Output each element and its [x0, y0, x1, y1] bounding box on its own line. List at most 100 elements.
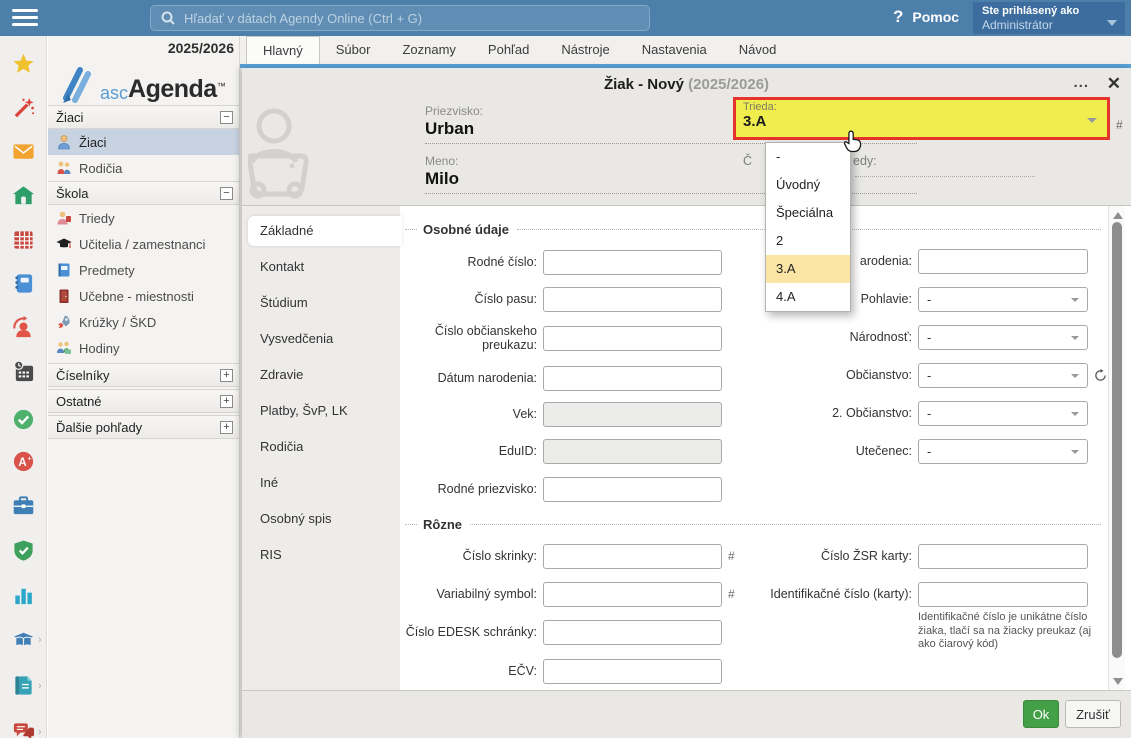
sidebar-item-triedy[interactable]: Triedy	[48, 205, 239, 231]
trieda-combobox[interactable]: Trieda: 3.A	[733, 97, 1110, 140]
classbook-icon[interactable]	[12, 272, 35, 295]
tab-platby[interactable]: Platby, ŠvP, LK	[242, 396, 400, 426]
mail-envelope-icon[interactable]	[12, 140, 35, 163]
close-icon[interactable]: ✕	[1107, 68, 1121, 100]
chevron-down-icon	[1107, 20, 1117, 26]
tab-ris[interactable]: RIS	[242, 540, 400, 570]
nav-group-dalsie-pohlady[interactable]: Ďalšie pohľady+	[48, 415, 239, 439]
calendar-clock-icon[interactable]	[12, 360, 35, 383]
collapse-icon[interactable]: −	[220, 111, 233, 124]
sidebar-item-predmety[interactable]: Predmety	[48, 257, 239, 283]
rodne-cislo-input[interactable]	[543, 250, 722, 275]
dropdown-option-empty[interactable]: -	[766, 143, 850, 171]
hash-icon[interactable]: #	[1116, 118, 1123, 132]
refresh-icon[interactable]	[1094, 369, 1107, 382]
sidebar-item-ziaci[interactable]: Žiaci	[48, 129, 239, 155]
nav-group-ostatne[interactable]: Ostatné+	[48, 389, 239, 413]
chevron-down-icon	[1071, 298, 1079, 302]
menu-tab-subor[interactable]: Súbor	[320, 36, 387, 64]
user-menu[interactable]: Ste prihlásený ako Administrátor	[973, 2, 1125, 34]
sidebar-item-hodiny[interactable]: Hodiny	[48, 335, 239, 361]
substitutions-person-icon[interactable]	[12, 316, 35, 339]
library-book-icon[interactable]	[12, 628, 35, 651]
cislo-skrinky-input[interactable]	[543, 544, 722, 569]
search-icon	[161, 11, 175, 25]
expand-icon[interactable]: +	[220, 369, 233, 382]
more-options-button[interactable]: ...	[1073, 68, 1089, 98]
dropdown-option-uvodny[interactable]: Úvodný	[766, 171, 850, 199]
dropdown-option-3a[interactable]: 3.A	[766, 255, 850, 283]
nav-group-skola[interactable]: Škola−	[48, 181, 239, 205]
collapse-icon[interactable]: −	[220, 187, 233, 200]
druhe-obcianstvo-label: 2. Občianstvo:	[740, 406, 912, 420]
vertical-scrollbar[interactable]	[1108, 206, 1125, 691]
menu-tab-pohlad[interactable]: Pohľad	[472, 36, 545, 64]
cislo-zsr-karty-input[interactable]	[918, 544, 1088, 569]
narodnost-select[interactable]: -	[918, 325, 1088, 350]
sidebar-item-rodicia[interactable]: Rodičia	[48, 155, 239, 181]
hamburger-menu-icon[interactable]	[12, 9, 38, 27]
expand-icon[interactable]: +	[220, 421, 233, 434]
datum-narodenia-input[interactable]	[543, 366, 722, 391]
obcianstvo-select[interactable]: -	[918, 363, 1088, 388]
app-icon-strip: A+ › › ›	[0, 36, 47, 738]
documents-icon[interactable]	[12, 674, 35, 697]
dropdown-option-specialna[interactable]: Špeciálna	[766, 199, 850, 227]
menu-tab-zoznamy[interactable]: Zoznamy	[386, 36, 471, 64]
cislo-pasu-input[interactable]	[543, 287, 722, 312]
sidebar-item-ucitelia[interactable]: Učitelia / zamestnanci	[48, 231, 239, 257]
dropdown-option-2[interactable]: 2	[766, 227, 850, 255]
hash-icon[interactable]: #	[728, 587, 735, 601]
variabilny-symbol-input[interactable]	[543, 582, 722, 607]
identifikacne-cislo-input[interactable]	[918, 582, 1088, 607]
ok-button[interactable]: Ok	[1023, 700, 1059, 728]
ecv-label: EČV:	[404, 664, 537, 678]
student-photo-placeholder[interactable]	[248, 104, 310, 202]
tab-ine[interactable]: Iné	[242, 468, 400, 498]
nav-group-ciselniky[interactable]: Číselníky+	[48, 363, 239, 387]
pohlavie-select[interactable]: -	[918, 287, 1088, 312]
favorites-star-icon[interactable]	[12, 52, 35, 75]
rodne-priezvisko-input[interactable]	[543, 477, 722, 502]
user-menu-caption: Ste prihlásený ako	[982, 4, 1103, 18]
grades-a-plus-icon[interactable]: A+	[12, 450, 35, 473]
tab-kontakt[interactable]: Kontakt	[242, 252, 400, 282]
cancel-button[interactable]: Zrušiť	[1065, 700, 1121, 728]
scroll-up-icon[interactable]	[1113, 212, 1123, 219]
help-button[interactable]: ? Pomoc	[893, 7, 959, 27]
tab-studium[interactable]: Štúdium	[242, 288, 400, 318]
menu-tab-nastroje[interactable]: Nástroje	[545, 36, 625, 64]
cislo-op-input[interactable]	[543, 326, 722, 351]
tab-rodicia[interactable]: Rodičia	[242, 432, 400, 462]
menu-tab-navod[interactable]: Návod	[723, 36, 793, 64]
menu-tab-hlavny[interactable]: Hlavný	[246, 36, 320, 64]
statistics-bars-icon[interactable]	[12, 584, 35, 607]
messages-icon[interactable]	[12, 720, 35, 738]
security-shield-icon[interactable]	[12, 539, 35, 562]
tab-osobny-spis[interactable]: Osobný spis	[242, 504, 400, 534]
chevron-down-icon	[1071, 336, 1079, 340]
briefcase-icon[interactable]	[12, 494, 35, 517]
utecenec-select[interactable]: -	[918, 439, 1088, 464]
hash-icon[interactable]: #	[728, 549, 735, 563]
sidebar-item-ucebne[interactable]: Učebne - miestnosti	[48, 283, 239, 309]
tab-zakladne[interactable]: Základné	[248, 216, 402, 246]
search-input[interactable]: Hľadať v dátach Agendy Online (Ctrl + G)	[150, 5, 650, 31]
dropdown-option-4a[interactable]: 4.A	[766, 283, 850, 311]
ecv-input[interactable]	[543, 659, 722, 684]
school-home-icon[interactable]	[12, 184, 35, 207]
cislo-edesk-input[interactable]	[543, 620, 722, 645]
sidebar-item-kruzky[interactable]: Krúžky / ŠKD	[48, 309, 239, 335]
approved-badge-icon[interactable]	[12, 408, 35, 431]
nav-group-ziaci[interactable]: Žiaci−	[48, 105, 239, 129]
scroll-down-icon[interactable]	[1113, 678, 1123, 685]
wizard-wand-icon[interactable]	[12, 96, 35, 119]
expand-icon[interactable]: +	[220, 395, 233, 408]
menu-tab-nastavenia[interactable]: Nastavenia	[626, 36, 723, 64]
tab-vysvedcenia[interactable]: Vysvedčenia	[242, 324, 400, 354]
scrollbar-thumb[interactable]	[1112, 222, 1122, 658]
tab-zdravie[interactable]: Zdravie	[242, 360, 400, 390]
miesto-narodenia-input[interactable]	[918, 249, 1088, 274]
druhe-obcianstvo-select[interactable]: -	[918, 401, 1088, 426]
timetable-grid-icon[interactable]	[12, 228, 35, 251]
